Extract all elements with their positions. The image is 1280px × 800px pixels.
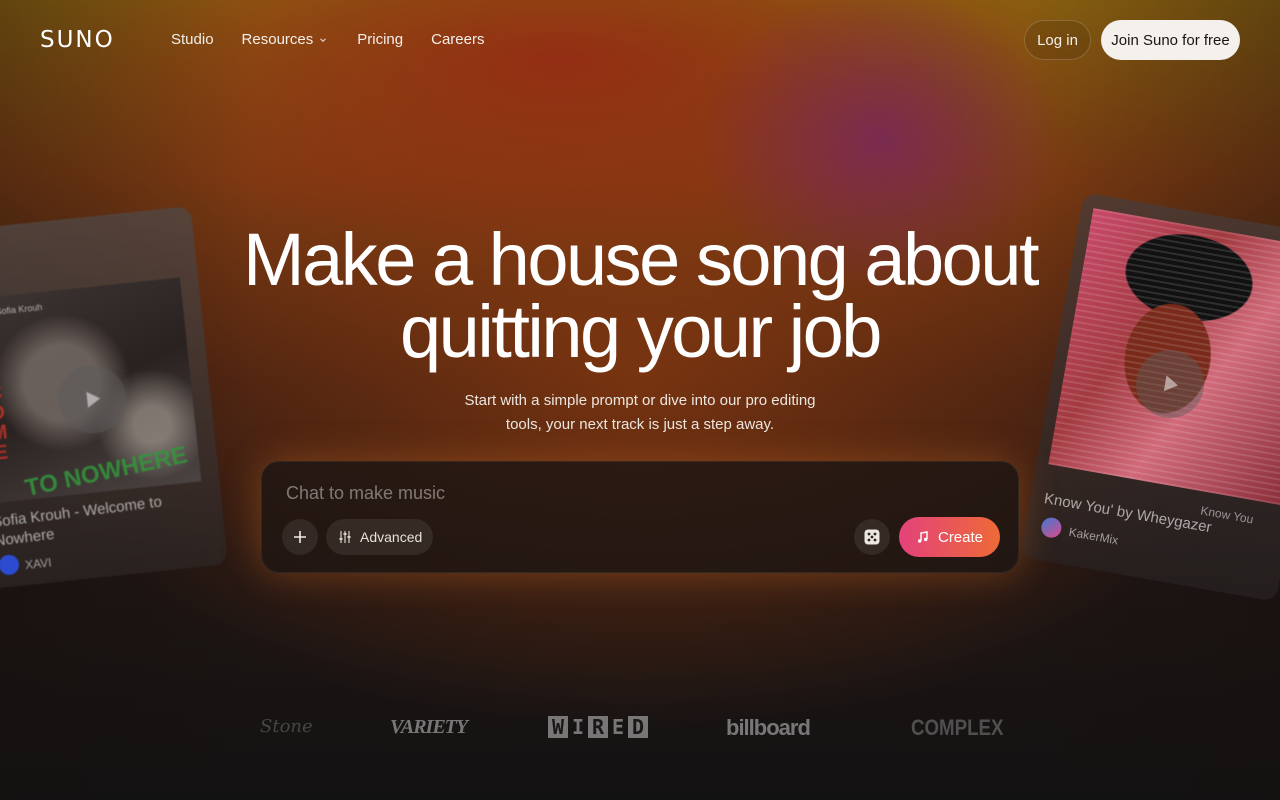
dice-icon — [864, 529, 880, 545]
hero-subtitle-line-2: tools, your next track is just a step aw… — [505, 416, 775, 433]
rolling-stone-logo: Stone — [260, 716, 313, 737]
create-label: Create — [937, 528, 984, 546]
sliders-icon — [339, 531, 351, 543]
suno-logo[interactable]: SUNO — [40, 27, 115, 53]
nav-link-resources[interactable]: Resources — [242, 31, 328, 48]
random-prompt-button[interactable] — [854, 519, 890, 555]
variety-logo: VARIETY — [390, 716, 468, 738]
wired-letter: R — [588, 716, 608, 738]
song-author[interactable]: XAVI — [24, 555, 52, 572]
nav-links: Studio Resources Pricing Careers — [171, 31, 484, 48]
wired-letter: W — [548, 716, 568, 738]
login-button[interactable]: Log in — [1024, 20, 1091, 60]
billboard-logo: billboard — [726, 715, 811, 740]
wired-letter: D — [628, 716, 648, 738]
wired-logo: WIRED — [548, 716, 648, 738]
join-free-button[interactable]: Join Suno for free — [1101, 20, 1240, 60]
nav-link-pricing[interactable]: Pricing — [357, 31, 403, 48]
music-note-icon — [917, 531, 928, 543]
nav-link-resources-label: Resources — [241, 31, 314, 48]
create-button[interactable]: Create — [899, 517, 1000, 557]
press-logos: Stone VARIETY WIRED billboard COMPLEX — [0, 712, 1280, 744]
hero-title-line-2: quitting your job — [400, 290, 882, 373]
avatar — [0, 553, 21, 576]
hero-title: Make a house song about quitting your jo… — [0, 218, 1280, 373]
play-icon — [86, 391, 101, 408]
wired-letter: I — [571, 715, 585, 739]
music-prompt-box[interactable]: Chat to make music Advanced Create — [261, 461, 1019, 573]
prompt-input[interactable]: Chat to make music — [286, 483, 445, 504]
top-nav: SUNO Studio Resources Pricing Careers Lo… — [0, 0, 1280, 80]
add-attachment-button[interactable] — [282, 519, 318, 555]
advanced-label: Advanced — [360, 529, 423, 545]
chevron-down-icon — [320, 37, 327, 42]
nav-link-studio[interactable]: Studio — [171, 31, 214, 48]
hero-subtitle-line-1: Start with a simple prompt or dive into … — [464, 392, 816, 409]
nav-link-careers[interactable]: Careers — [431, 31, 484, 48]
avatar — [1039, 516, 1063, 540]
hero-title-line-1: Make a house song about — [242, 218, 1040, 301]
complex-logo: COMPLEX — [911, 715, 1004, 740]
play-icon — [1163, 375, 1178, 392]
advanced-button[interactable]: Advanced — [326, 519, 433, 555]
plus-icon — [294, 531, 306, 543]
song-author[interactable]: KakerMix — [1068, 525, 1120, 547]
wired-letter: E — [611, 715, 625, 739]
hero-subtitle: Start with a simple prompt or dive into … — [440, 389, 840, 437]
